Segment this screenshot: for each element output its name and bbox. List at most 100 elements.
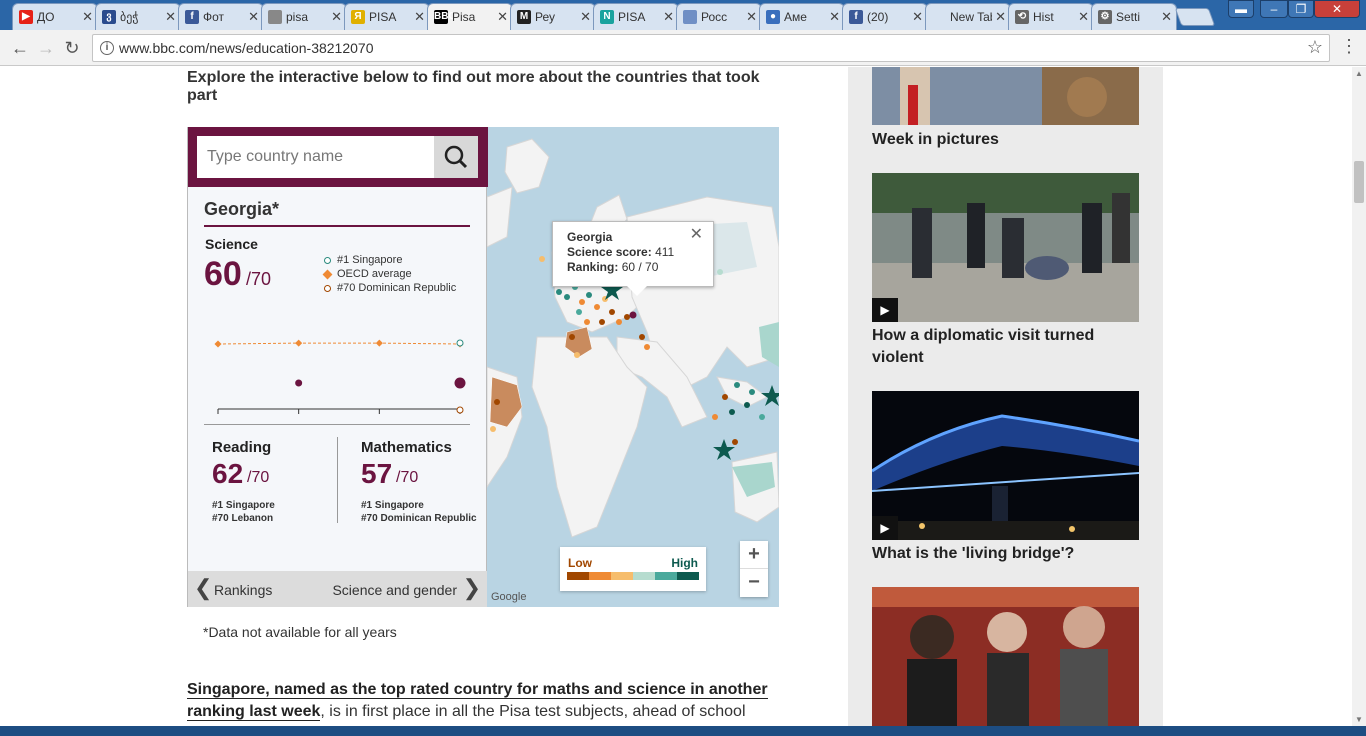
story-headline[interactable]: How a diplomatic visit turned violent bbox=[872, 325, 1139, 369]
legend-swatch bbox=[611, 572, 633, 580]
close-window-button[interactable]: ✕ bbox=[1314, 0, 1360, 18]
back-icon[interactable]: ← bbox=[10, 38, 30, 58]
legend-high-label: High bbox=[671, 556, 698, 570]
story-living-bridge[interactable]: ▶ What is the 'living bridge'? bbox=[872, 391, 1139, 569]
tab-close-icon[interactable]: ✕ bbox=[331, 9, 342, 25]
living-bridge-image bbox=[872, 391, 1139, 540]
tab-title: Росс bbox=[701, 10, 728, 24]
new-tab-button[interactable] bbox=[1174, 8, 1216, 26]
menu-icon[interactable]: ⋮ bbox=[1340, 36, 1358, 57]
browser-tab[interactable]: BBC Pisa ✕ bbox=[427, 3, 513, 30]
country-tooltip: Georgia Science score: 411 Ranking: 60 /… bbox=[552, 221, 714, 296]
browser-tab[interactable]: Я PISA ✕ bbox=[344, 3, 430, 30]
tab-close-icon[interactable]: ✕ bbox=[663, 9, 674, 25]
tab-close-icon[interactable]: ✕ bbox=[165, 9, 176, 25]
info-icon[interactable]: i bbox=[100, 41, 114, 55]
tab-title: New Tab bbox=[950, 10, 993, 24]
country-panel: Georgia* Science 60 /70 #1 Singapore OEC… bbox=[187, 127, 488, 607]
science-gender-link[interactable]: Science and gender bbox=[332, 582, 457, 598]
tab-close-icon[interactable]: ✕ bbox=[746, 9, 757, 25]
browser-tab[interactable]: ⟲ Hist ✕ bbox=[1008, 3, 1094, 30]
tab-title: ДО bbox=[37, 10, 55, 24]
tab-close-icon[interactable]: ✕ bbox=[497, 9, 508, 25]
scroll-thumb[interactable] bbox=[1354, 161, 1364, 203]
week-in-pictures-image bbox=[872, 67, 1139, 125]
intro-text: Explore the interactive below to find ou… bbox=[187, 69, 760, 104]
story-week-in-pictures[interactable]: Week in pictures bbox=[872, 67, 1139, 151]
story-headline[interactable]: Week in pictures bbox=[872, 129, 1139, 151]
forward-icon[interactable]: → bbox=[36, 38, 56, 58]
tab-close-icon[interactable]: ✕ bbox=[1161, 9, 1172, 25]
address-bar[interactable]: i www.bbc.com/news/education-38212070 ☆ bbox=[92, 34, 1330, 62]
tab-close-icon[interactable]: ✕ bbox=[580, 9, 591, 25]
tab-close-icon[interactable]: ✕ bbox=[1078, 9, 1089, 25]
user-icon[interactable]: ▬ bbox=[1228, 0, 1254, 18]
scroll-up-icon[interactable]: ▲ bbox=[1355, 69, 1363, 78]
legend-swatch bbox=[655, 572, 677, 580]
tooltip-country: Georgia bbox=[567, 230, 613, 244]
browser-tab[interactable]: f (20) ✕ bbox=[842, 3, 928, 30]
tab-close-icon[interactable]: ✕ bbox=[414, 9, 425, 25]
chevron-right-icon[interactable]: ❯ bbox=[463, 577, 481, 599]
search-input[interactable] bbox=[197, 136, 435, 178]
story-premiere[interactable] bbox=[872, 587, 1139, 736]
legend-swatch bbox=[633, 572, 655, 580]
browser-tab[interactable]: f Фот ✕ bbox=[178, 3, 264, 30]
browser-tab[interactable]: pisa ✕ bbox=[261, 3, 347, 30]
legend-item-oecd: OECD average bbox=[322, 267, 456, 281]
browser-tab[interactable]: ● Аме ✕ bbox=[759, 3, 845, 30]
reload-icon[interactable]: ↻ bbox=[62, 38, 82, 58]
tab-favicon-icon: f bbox=[849, 10, 863, 24]
story-headline[interactable]: What is the 'living bridge'? bbox=[872, 543, 1139, 565]
rankings-link[interactable]: Rankings bbox=[214, 582, 272, 598]
browser-tab[interactable]: New Tab ✕ bbox=[925, 3, 1011, 30]
browser-tab[interactable]: ვ ბეჭ ✕ bbox=[95, 3, 181, 30]
play-icon[interactable]: ▶ bbox=[872, 516, 898, 540]
diplomatic-visit-image bbox=[872, 173, 1139, 322]
reading-total: /70 bbox=[247, 469, 270, 486]
oecd-line bbox=[217, 342, 461, 345]
panel-vertical-divider bbox=[337, 437, 338, 523]
tab-close-icon[interactable]: ✕ bbox=[82, 9, 93, 25]
search-button[interactable] bbox=[434, 136, 478, 178]
tab-close-icon[interactable]: ✕ bbox=[912, 9, 923, 25]
browser-tab[interactable]: N PISA ✕ bbox=[593, 3, 679, 30]
story-diplomatic-visit[interactable]: ▶ How a diplomatic visit turned violent bbox=[872, 173, 1139, 371]
story-thumbnail[interactable] bbox=[872, 587, 1139, 736]
legend-item-singapore: #1 Singapore bbox=[324, 253, 456, 267]
legend-low-label: Low bbox=[568, 556, 592, 570]
tab-close-icon[interactable]: ✕ bbox=[829, 9, 840, 25]
minimize-button[interactable]: – bbox=[1260, 0, 1288, 18]
tab-title: (20) bbox=[867, 10, 889, 24]
science-chart-legend: #1 Singapore OECD average #70 Dominican … bbox=[322, 253, 456, 295]
maximize-button[interactable]: ❐ bbox=[1288, 0, 1314, 18]
browser-tab[interactable]: M Реу ✕ bbox=[510, 3, 596, 30]
page-content: Explore the interactive below to find ou… bbox=[0, 67, 1352, 736]
scroll-down-icon[interactable]: ▼ bbox=[1355, 715, 1363, 724]
tab-title: Setti bbox=[1116, 10, 1141, 24]
page-scrollbar[interactable]: ▲ ▼ bbox=[1352, 67, 1366, 726]
zoom-in-button[interactable]: + bbox=[740, 541, 768, 569]
play-icon[interactable]: ▶ bbox=[872, 298, 898, 322]
browser-tab[interactable]: ⚙ Setti ✕ bbox=[1091, 3, 1177, 30]
tab-favicon-icon: ● bbox=[766, 10, 780, 24]
search-icon bbox=[444, 145, 468, 169]
browser-tab[interactable]: Росс ✕ bbox=[676, 3, 762, 30]
tab-favicon-icon: f bbox=[185, 10, 199, 24]
zoom-out-button[interactable]: − bbox=[740, 569, 768, 597]
reading-note: #1 Singapore #70 Lebanon bbox=[212, 499, 275, 525]
url-text[interactable]: www.bbc.com/news/education-38212070 bbox=[119, 40, 374, 56]
browser-toolbar: ← → ↻ i www.bbc.com/news/education-38212… bbox=[0, 30, 1366, 66]
browser-tab[interactable]: ▶ ДО ✕ bbox=[12, 3, 98, 30]
tab-close-icon[interactable]: ✕ bbox=[248, 9, 259, 25]
bookmark-star-icon[interactable]: ☆ bbox=[1307, 37, 1323, 58]
data-footnote: *Data not available for all years bbox=[203, 624, 397, 640]
tab-close-icon[interactable]: ✕ bbox=[995, 9, 1006, 25]
country-divider bbox=[204, 225, 470, 227]
story-thumbnail[interactable] bbox=[872, 67, 1139, 125]
story-thumbnail[interactable]: ▶ bbox=[872, 391, 1139, 540]
chevron-left-icon[interactable]: ❮ bbox=[194, 577, 212, 599]
pisa-interactive-map[interactable]: Georgia Science score: 411 Ranking: 60 /… bbox=[187, 127, 779, 607]
story-thumbnail[interactable]: ▶ bbox=[872, 173, 1139, 322]
close-icon[interactable]: ✕ bbox=[690, 227, 703, 243]
